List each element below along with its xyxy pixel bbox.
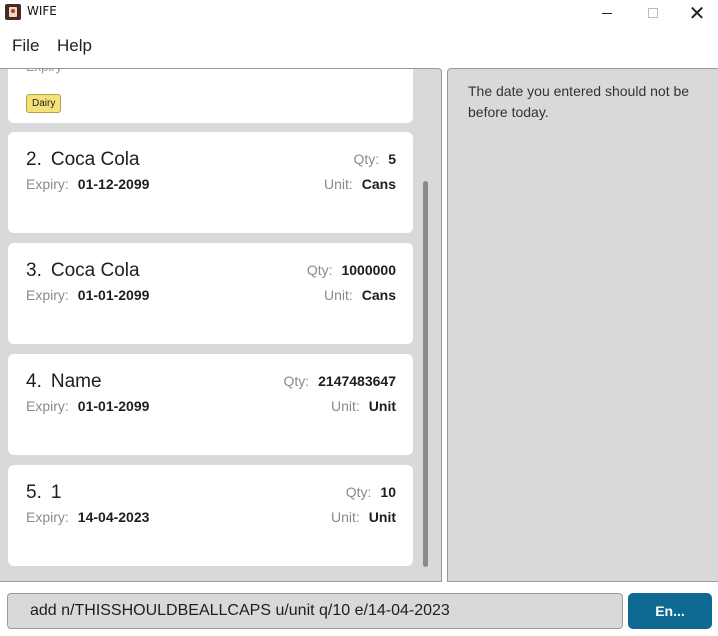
list-item-partial[interactable]: Expiry Dairy	[8, 69, 413, 123]
list-item[interactable]: 4. Name Qty: 2147483647 Expiry: 01-01-2099 …	[8, 354, 413, 455]
item-name: 1	[50, 482, 62, 503]
list-item[interactable]: 5. 1 Qty: 10 Expiry: 14-04-2023 Unit: Unit	[8, 465, 413, 566]
item-unit: Unit: Cans	[324, 287, 396, 303]
item-name-line: 4. Name	[26, 371, 102, 393]
unit-label: Unit:	[330, 398, 360, 414]
item-expiry: Expiry: 01-01-2099	[26, 398, 149, 414]
item-name-line: 5. 1	[26, 482, 61, 504]
expiry-value: 01-01-2099	[77, 287, 150, 303]
tag-badge: Dairy	[26, 94, 62, 113]
item-expiry: Expiry: 01-12-2099	[26, 176, 149, 192]
qty-value: 5	[388, 151, 396, 167]
item-index: 2.	[26, 149, 42, 170]
item-expiry: Expiry: 14-04-2023	[26, 509, 149, 525]
item-name: Name	[50, 371, 102, 392]
app-logo-icon	[5, 4, 21, 20]
list-item[interactable]: 2. Coca Cola Qty: 5 Expiry: 01-12-2099 Unit…	[8, 132, 413, 233]
result-display-panel: The date you entered should not be befor…	[447, 68, 718, 582]
expiry-label: Expiry:	[26, 287, 69, 303]
item-index: 4.	[26, 371, 42, 392]
menu-help[interactable]: Help	[57, 36, 92, 56]
item-qty: Qty: 5	[354, 151, 396, 167]
qty-label: Qty:	[306, 262, 333, 278]
minimize-button[interactable]	[584, 0, 630, 26]
menu-file[interactable]: File	[12, 36, 39, 56]
expiry-label: Expiry:	[26, 176, 69, 192]
enter-button[interactable]: En...	[628, 593, 712, 629]
command-input[interactable]: add n/THISSHOULDBEALLCAPS u/unit q/10 e/…	[7, 593, 623, 629]
minimize-icon	[602, 12, 612, 14]
scrollbar-thumb[interactable]	[423, 181, 428, 567]
title-bar: WIFE ✕	[0, 0, 718, 26]
expiry-label: Expiry:	[26, 398, 69, 414]
qty-value: 2147483647	[318, 373, 396, 389]
item-name-line: 3. Coca Cola	[26, 260, 140, 282]
unit-value: Cans	[361, 176, 396, 192]
item-index: 3.	[26, 260, 42, 281]
item-name: Coca Cola	[50, 260, 140, 281]
qty-value: 10	[380, 484, 396, 500]
qty-label: Qty:	[283, 373, 310, 389]
item-qty: Qty: 1000000	[307, 262, 396, 278]
expiry-label: Expiry:	[26, 509, 69, 525]
item-unit: Unit: Cans	[324, 176, 396, 192]
result-message: The date you entered should not be befor…	[468, 83, 690, 120]
close-button[interactable]: ✕	[674, 0, 718, 26]
unit-value: Cans	[361, 287, 396, 303]
item-qty: Qty: 2147483647	[283, 373, 396, 389]
expiry-value: 14-04-2023	[77, 509, 150, 525]
maximize-button[interactable]	[630, 0, 676, 26]
qty-value: 1000000	[341, 262, 396, 278]
unit-value: Unit	[368, 398, 396, 414]
unit-label: Unit:	[330, 509, 360, 525]
maximize-icon	[648, 8, 658, 18]
qty-label: Qty:	[345, 484, 372, 500]
cut-off-text: Expiry	[26, 69, 62, 74]
qty-label: Qty:	[353, 151, 380, 167]
item-name-line: 2. Coca Cola	[26, 149, 140, 171]
item-qty: Qty: 10	[346, 484, 396, 500]
expiry-value: 01-12-2099	[77, 176, 150, 192]
unit-label: Unit:	[323, 287, 353, 303]
menu-bar: File Help	[0, 26, 718, 66]
item-unit: Unit: Unit	[331, 398, 396, 414]
item-expiry: Expiry: 01-01-2099	[26, 287, 149, 303]
close-icon: ✕	[688, 1, 706, 25]
list-item[interactable]: 3. Coca Cola Qty: 1000000 Expiry: 01-01-209…	[8, 243, 413, 344]
expiry-value: 01-01-2099	[77, 398, 150, 414]
unit-label: Unit:	[323, 176, 353, 192]
item-unit: Unit: Unit	[331, 509, 396, 525]
unit-value: Unit	[368, 509, 396, 525]
item-index: 5.	[26, 482, 42, 503]
item-list-panel: Expiry Dairy 2. Coca Cola Qty: 5 Expiry: 01…	[0, 68, 442, 582]
item-name: Coca Cola	[50, 149, 140, 170]
window-title: WIFE	[27, 4, 57, 18]
